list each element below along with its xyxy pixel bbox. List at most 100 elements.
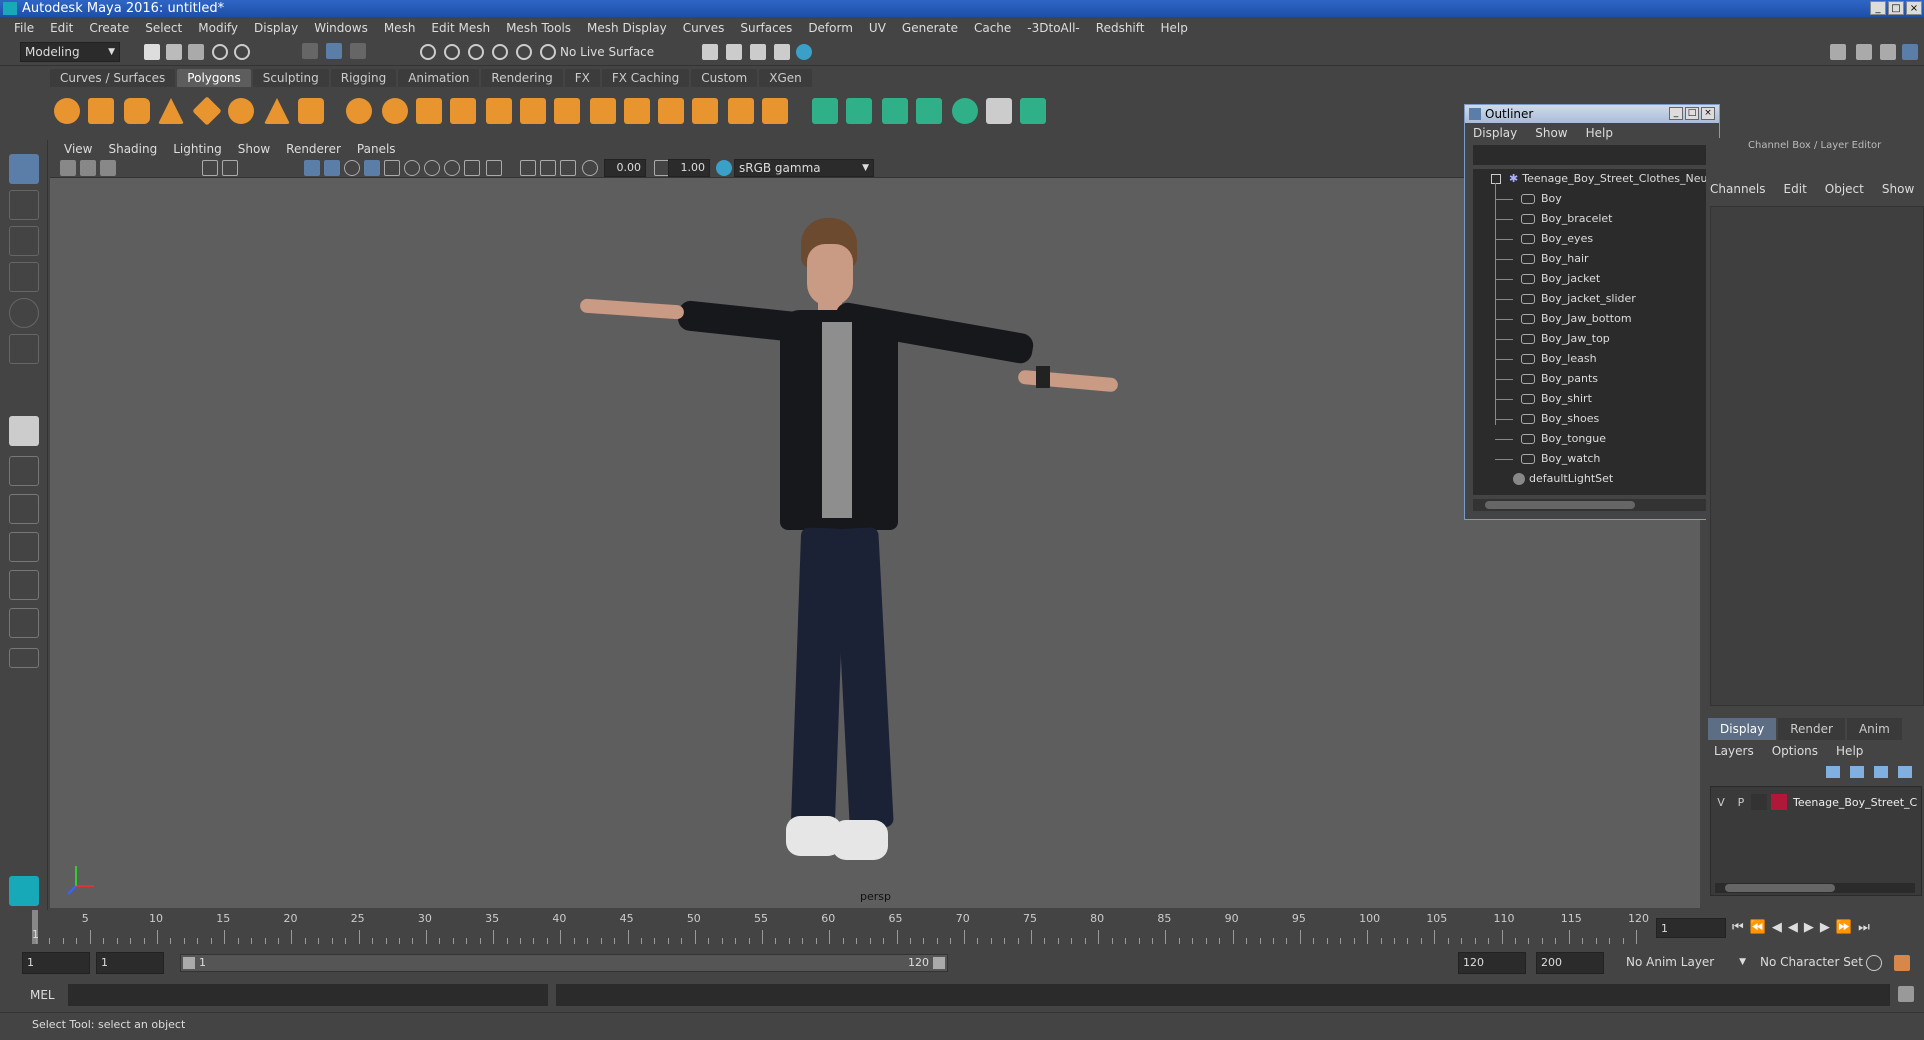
play-forward-icon[interactable]: ▶ — [1804, 920, 1814, 935]
poly-cube-icon[interactable] — [88, 98, 114, 124]
close-button[interactable]: × — [1906, 1, 1922, 15]
layer-row[interactable]: V P Teenage_Boy_Street_C — [1711, 791, 1921, 813]
target-weld-icon[interactable] — [590, 98, 616, 124]
layer-tab-render[interactable]: Render — [1778, 718, 1845, 740]
cylindrical-uv-icon[interactable] — [882, 98, 908, 124]
range-start-handle[interactable] — [183, 957, 195, 969]
wireframe-on-shaded-icon[interactable] — [344, 160, 360, 176]
textured-icon[interactable] — [364, 160, 380, 176]
channel-box-toggle-icon[interactable] — [1902, 44, 1918, 60]
custom-layout-icon[interactable] — [9, 648, 39, 668]
anim-layer-selector[interactable]: No Anim Layer ▼ — [1622, 952, 1750, 974]
outliner-item[interactable]: Boy_shoes — [1495, 409, 1599, 429]
exposure-field[interactable]: 0.00 — [604, 159, 646, 177]
mirror-icon[interactable] — [762, 98, 788, 124]
snap-grid-icon[interactable] — [420, 44, 436, 60]
uv-editor-icon[interactable] — [812, 98, 838, 124]
open-scene-icon[interactable] — [166, 44, 182, 60]
outliner-menu-display[interactable]: Display — [1473, 126, 1517, 140]
layer-list-scroll-thumb[interactable] — [1725, 884, 1835, 892]
layer-visibility-toggle[interactable]: V — [1711, 796, 1731, 809]
channel-box-menu-object[interactable]: Object — [1825, 182, 1864, 196]
outliner-light-set-item[interactable]: defaultLightSet — [1513, 469, 1613, 489]
viewport-menu-view[interactable]: View — [56, 142, 100, 156]
move-layer-up-icon[interactable] — [1826, 766, 1840, 778]
perspective-viewport[interactable]: persp — [50, 178, 1700, 908]
bridge-icon[interactable] — [486, 98, 512, 124]
tool-settings-icon[interactable] — [1880, 44, 1896, 60]
select-hierarchy-icon[interactable] — [302, 43, 318, 59]
play-back-icon[interactable]: ◀ — [1788, 920, 1798, 935]
layer-color-swatch[interactable] — [1771, 794, 1787, 810]
shelf-tab-fx-caching[interactable]: FX Caching — [601, 69, 690, 87]
poly-cone-icon[interactable] — [158, 98, 184, 124]
smooth-icon[interactable] — [416, 98, 442, 124]
menu-uv[interactable]: UV — [861, 21, 894, 35]
go-to-end-icon[interactable]: ⏭ — [1858, 920, 1870, 935]
animation-preferences-icon[interactable] — [1894, 955, 1910, 971]
wireframe-icon[interactable] — [304, 160, 320, 176]
auto-key-icon[interactable] — [1866, 955, 1882, 971]
bevel-icon[interactable] — [520, 98, 546, 124]
outliner-item[interactable]: Boy_jacket_slider — [1495, 289, 1636, 309]
outliner-search-input[interactable] — [1473, 145, 1707, 165]
viewport-menu-lighting[interactable]: Lighting — [165, 142, 230, 156]
layer-menu-help[interactable]: Help — [1836, 744, 1863, 758]
connect-icon[interactable] — [624, 98, 650, 124]
gamma-field[interactable]: 1.00 — [668, 159, 710, 177]
single-perspective-layout-icon[interactable] — [9, 416, 39, 446]
animation-end-field[interactable]: 200 — [1536, 952, 1604, 974]
separate-icon[interactable] — [382, 98, 408, 124]
layer-menu-layers[interactable]: Layers — [1714, 744, 1754, 758]
menu-generate[interactable]: Generate — [894, 21, 966, 35]
anti-aliasing-icon[interactable] — [464, 160, 480, 176]
current-frame-field[interactable]: 1 — [1656, 918, 1726, 938]
layer-tab-anim[interactable]: Anim — [1846, 718, 1902, 740]
grid-icon[interactable] — [202, 160, 218, 176]
collapse-icon[interactable] — [1491, 174, 1501, 184]
channel-box-menu-edit[interactable]: Edit — [1784, 182, 1807, 196]
animation-start-field[interactable]: 1 — [22, 952, 90, 974]
rotate-tool-icon[interactable] — [9, 298, 39, 328]
layer-playback-toggle[interactable]: P — [1731, 796, 1751, 809]
menu-cache[interactable]: Cache — [966, 21, 1019, 35]
snap-vertex-icon[interactable] — [540, 44, 556, 60]
outliner-menu-help[interactable]: Help — [1586, 126, 1613, 140]
shelf-tab-fx[interactable]: FX — [564, 69, 600, 87]
menu-select[interactable]: Select — [137, 21, 190, 35]
outliner-item[interactable]: Boy — [1495, 189, 1562, 209]
render-settings-icon[interactable] — [774, 44, 790, 60]
graph-layout-icon[interactable] — [9, 570, 39, 600]
attribute-editor-icon[interactable] — [1856, 44, 1872, 60]
xray-joints-icon[interactable] — [540, 160, 556, 176]
spherical-uv-icon[interactable] — [916, 98, 942, 124]
shelf-tab-sculpting[interactable]: Sculpting — [252, 69, 329, 87]
menu-mesh[interactable]: Mesh — [376, 21, 424, 35]
shadows-icon[interactable] — [404, 160, 420, 176]
outliner-item[interactable]: Boy_Jaw_bottom — [1495, 309, 1632, 329]
channel-box-menu-channels[interactable]: Channels — [1710, 182, 1766, 196]
select-tool-icon[interactable] — [9, 154, 39, 184]
two-view-layout-icon[interactable] — [9, 494, 39, 524]
snap-curve-icon[interactable] — [444, 44, 460, 60]
hypershade-icon[interactable] — [796, 44, 812, 60]
planar-uv-icon[interactable] — [846, 98, 872, 124]
channel-box-menu-show[interactable]: Show — [1882, 182, 1914, 196]
motion-blur-icon[interactable] — [444, 160, 460, 176]
move-layer-down-icon[interactable] — [1850, 766, 1864, 778]
combine-icon[interactable] — [346, 98, 372, 124]
character-model[interactable] — [570, 218, 1170, 868]
offset-loop-icon[interactable] — [728, 98, 754, 124]
viewport-menu-renderer[interactable]: Renderer — [278, 142, 349, 156]
modeling-toolkit-icon[interactable] — [1830, 44, 1846, 60]
outliner-item[interactable]: Boy_hair — [1495, 249, 1589, 269]
shelf-tab-animation[interactable]: Animation — [398, 69, 480, 87]
outliner-close-button[interactable]: × — [1701, 107, 1715, 120]
go-to-start-icon[interactable]: ⏮ — [1732, 920, 1744, 935]
menu-surfaces[interactable]: Surfaces — [732, 21, 800, 35]
render-view-icon[interactable] — [702, 44, 718, 60]
outliner-item[interactable]: Boy_jacket — [1495, 269, 1600, 289]
move-tool-icon[interactable] — [9, 262, 39, 292]
menu-3dtoall[interactable]: -3DtoAll- — [1019, 21, 1087, 35]
menu-edit-mesh[interactable]: Edit Mesh — [423, 21, 498, 35]
